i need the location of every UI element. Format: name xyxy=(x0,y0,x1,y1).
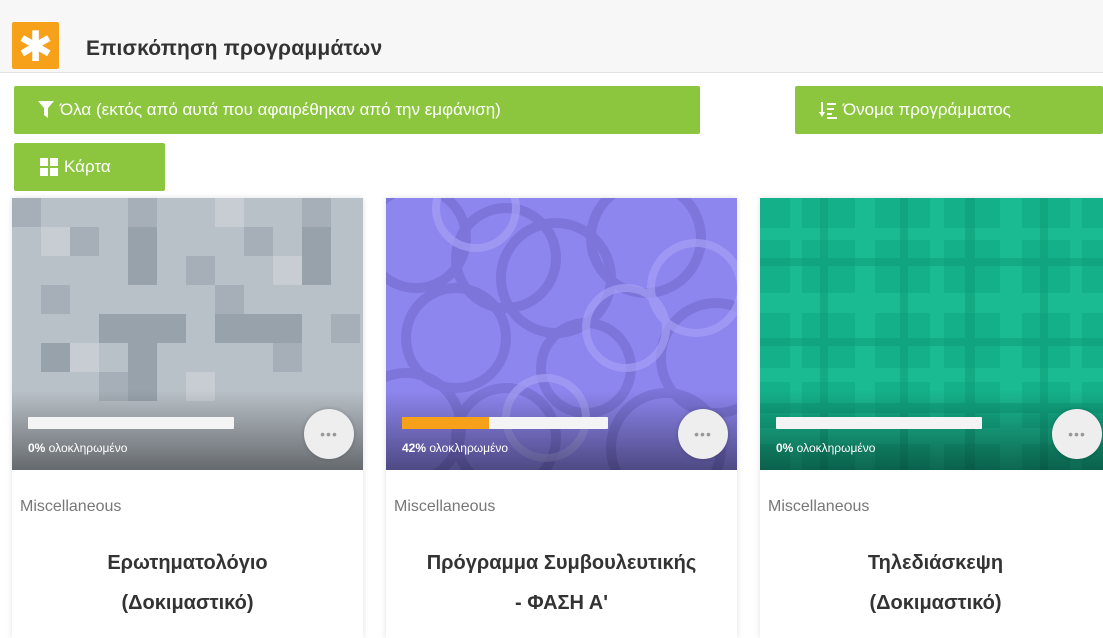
sort-button[interactable]: Όνομα προγράμματος xyxy=(795,86,1103,134)
view-mode-label: Κάρτα xyxy=(64,157,111,176)
progress-bar xyxy=(402,417,608,429)
filter-button-label: Όλα (εκτός από αυτά που αφαιρέθηκαν από … xyxy=(60,100,501,119)
card-title[interactable]: Τηλεδιάσκεψη (Δοκιμαστικό) xyxy=(760,543,1103,623)
card-pattern-image: 0% ολοκληρωμένο ••• xyxy=(760,198,1103,470)
progress-label: 0% ολοκληρωμένο xyxy=(28,441,128,455)
progress-bar xyxy=(28,417,234,429)
card-title[interactable]: Πρόγραμμα Συμβουλευτικής - ΦΑΣΗ Α' xyxy=(386,543,737,623)
card-title[interactable]: Ερωτηματολόγιο (Δοκιμαστικό) xyxy=(12,543,363,623)
progress-bar-fill xyxy=(402,417,489,429)
card-category: Miscellaneous xyxy=(394,498,496,515)
progress-bar xyxy=(776,417,982,429)
more-options-button[interactable]: ••• xyxy=(678,409,728,459)
program-card[interactable]: 42% ολοκληρωμένο ••• Miscellaneous Πρόγρ… xyxy=(386,198,737,638)
filter-icon xyxy=(38,101,54,119)
grid-icon xyxy=(40,158,58,176)
page-header: ✱ Επισκόπηση προγραμμάτων xyxy=(0,0,1103,73)
progress-label: 0% ολοκληρωμένο xyxy=(776,441,876,455)
program-card[interactable]: 0% ολοκληρωμένο ••• Miscellaneous Ερωτημ… xyxy=(12,198,363,638)
page-title: Επισκόπηση προγραμμάτων xyxy=(86,37,383,60)
card-pattern-image: 0% ολοκληρωμένο ••• xyxy=(12,198,363,470)
card-category: Miscellaneous xyxy=(20,498,122,515)
more-options-button[interactable]: ••• xyxy=(1052,409,1102,459)
progress-label: 42% ολοκληρωμένο xyxy=(402,441,509,455)
sort-icon xyxy=(819,101,837,119)
sort-button-label: Όνομα προγράμματος xyxy=(843,100,1011,119)
filter-button[interactable]: Όλα (εκτός από αυτά που αφαιρέθηκαν από … xyxy=(14,86,700,134)
program-card[interactable]: 0% ολοκληρωμένο ••• Miscellaneous Τηλεδι… xyxy=(760,198,1103,638)
view-mode-button[interactable]: Κάρτα xyxy=(14,143,165,191)
card-pattern-image: 42% ολοκληρωμένο ••• xyxy=(386,198,737,470)
more-options-button[interactable]: ••• xyxy=(304,409,354,459)
asterisk-logo-icon: ✱ xyxy=(12,22,59,70)
card-category: Miscellaneous xyxy=(768,498,870,515)
